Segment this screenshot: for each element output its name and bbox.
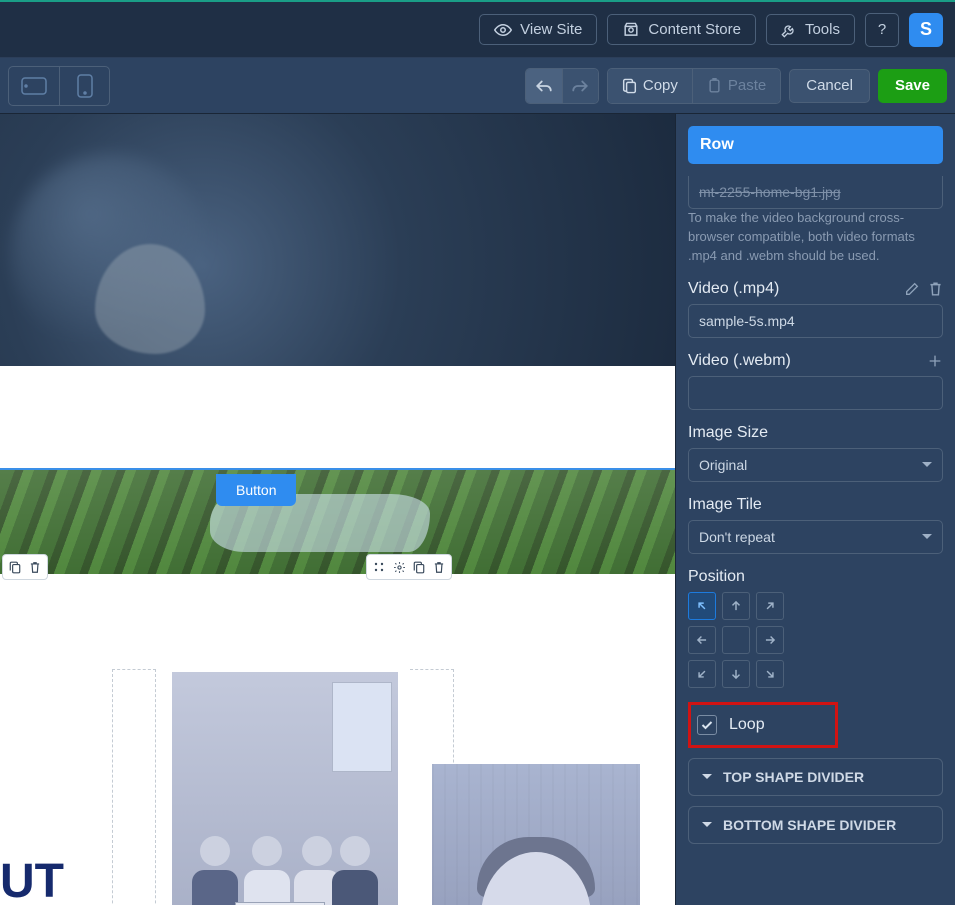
store-icon (622, 22, 640, 38)
duplicate-button[interactable] (5, 557, 25, 577)
position-top-right[interactable] (756, 592, 784, 620)
copy-button[interactable]: Copy (608, 69, 692, 103)
viewport-toggle (8, 66, 110, 106)
chevron-down-icon (701, 773, 713, 781)
help-button[interactable]: ? (865, 13, 899, 47)
user-avatar[interactable]: S (909, 13, 943, 47)
position-top[interactable] (722, 592, 750, 620)
position-left[interactable] (688, 626, 716, 654)
editor-toolbar: Copy Paste Cancel Save (0, 58, 955, 114)
position-bottom-left[interactable] (688, 660, 716, 688)
redo-icon (571, 79, 589, 93)
video-webm-label: Video (.webm) (688, 352, 791, 370)
loop-label: Loop (729, 716, 765, 734)
loop-highlight: Loop (688, 702, 838, 748)
arrow-left-icon (695, 633, 709, 647)
duplicate-button-2[interactable] (409, 557, 429, 577)
paste-icon (707, 78, 722, 94)
placeholder-image-portrait[interactable] (432, 764, 640, 905)
hero-video-region (0, 114, 675, 366)
bottom-shape-divider-accordion[interactable]: BOTTOM SHAPE DIVIDER (688, 806, 943, 844)
video-mp4-input[interactable]: sample-5s.mp4 (688, 304, 943, 338)
undo-icon (535, 79, 553, 93)
tools-button[interactable]: Tools (766, 14, 855, 45)
wrench-icon (781, 22, 797, 38)
cancel-button[interactable]: Cancel (789, 69, 870, 103)
viewport-desktop-button[interactable] (9, 67, 59, 105)
app-header: View Site Content Store Tools ? S (0, 2, 955, 58)
delete-button-2[interactable] (429, 557, 449, 577)
trash-icon[interactable] (928, 281, 943, 297)
copy-paste-group: Copy Paste (607, 68, 781, 104)
position-center[interactable] (722, 626, 750, 654)
position-grid (688, 592, 943, 688)
position-bottom-right[interactable] (756, 660, 784, 688)
copy-icon (622, 78, 637, 94)
top-shape-divider-accordion[interactable]: TOP SHAPE DIVIDER (688, 758, 943, 796)
video-mp4-label: Video (.mp4) (688, 280, 779, 298)
arrow-up-icon (729, 599, 743, 613)
column-guide (112, 669, 156, 905)
delete-button[interactable] (25, 557, 45, 577)
image-tile-select[interactable]: Don't repeat (688, 520, 943, 554)
content-store-button[interactable]: Content Store (607, 14, 756, 45)
paste-button[interactable]: Paste (692, 69, 780, 103)
panel-title: Row (688, 126, 943, 164)
question-icon: ? (878, 21, 886, 38)
save-button[interactable]: Save (878, 69, 947, 103)
loop-checkbox[interactable] (697, 715, 717, 735)
arrow-down-right-icon (763, 667, 777, 681)
image-size-label: Image Size (688, 424, 768, 442)
undo-button[interactable] (526, 69, 562, 103)
check-icon (701, 720, 713, 730)
undo-redo-group (525, 68, 599, 104)
edit-icon[interactable] (904, 281, 920, 297)
about-heading-fragment: UT (0, 854, 64, 905)
position-label: Position (688, 568, 745, 586)
copy-icon (413, 561, 425, 574)
editor-canvas[interactable]: Button UT (0, 114, 675, 905)
trash-icon (433, 561, 445, 574)
settings-button[interactable] (389, 557, 409, 577)
trash-icon (29, 561, 41, 574)
element-mini-toolbar-left (2, 554, 48, 580)
main-area: Button UT (0, 114, 955, 905)
image-size-select[interactable]: Original (688, 448, 943, 482)
position-bottom[interactable] (722, 660, 750, 688)
element-label-button[interactable]: Button (216, 474, 296, 506)
placeholder-image-team[interactable] (172, 672, 398, 905)
copy-icon (9, 561, 21, 574)
element-mini-toolbar-right (366, 554, 452, 580)
view-site-button[interactable]: View Site (479, 14, 597, 45)
video-webm-input[interactable] (688, 376, 943, 410)
landscape-icon (21, 77, 47, 95)
position-top-left[interactable] (688, 592, 716, 620)
video-help-text: To make the video background cross-brows… (688, 209, 943, 266)
image-file-input[interactable]: mt-2255-home-bg1.jpg (688, 176, 943, 209)
arrow-up-right-icon (763, 599, 777, 613)
position-right[interactable] (756, 626, 784, 654)
arrow-down-icon (729, 667, 743, 681)
drag-icon (373, 561, 385, 573)
arrow-up-left-icon (695, 599, 709, 613)
properties-panel: Row mt-2255-home-bg1.jpg To make the vid… (675, 114, 955, 905)
arrow-right-icon (763, 633, 777, 647)
viewport-mobile-button[interactable] (59, 67, 109, 105)
image-tile-label: Image Tile (688, 496, 762, 514)
redo-button[interactable] (562, 69, 598, 103)
portrait-icon (77, 74, 93, 98)
gear-icon (393, 561, 406, 574)
plus-icon[interactable] (927, 353, 943, 369)
eye-icon (494, 23, 512, 37)
drag-button[interactable] (369, 557, 389, 577)
arrow-down-left-icon (695, 667, 709, 681)
chevron-down-icon (701, 821, 713, 829)
